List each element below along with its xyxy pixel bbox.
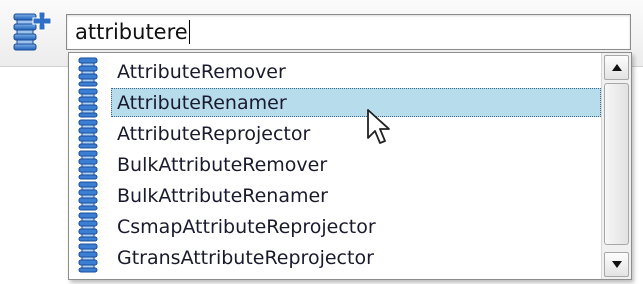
suggestion-label: AttributeRemover: [117, 60, 286, 83]
arrow-up-icon: [612, 64, 622, 71]
suggestion-dropdown: AttributeRemover AttributeRenamer Attrib…: [68, 52, 632, 280]
transformer-icon: [73, 118, 103, 149]
suggestion-label: AttributeRenamer: [117, 91, 287, 114]
transformer-icon: [73, 56, 103, 87]
suggestion-list: AttributeRemover AttributeRenamer Attrib…: [69, 56, 601, 273]
suggestion-item-bulkattributerenamer[interactable]: BulkAttributeRenamer: [69, 180, 601, 211]
suggestion-item-bulkattributeremover[interactable]: BulkAttributeRemover: [69, 149, 601, 180]
suggestion-item-attributereprojector[interactable]: AttributeReprojector: [69, 118, 601, 149]
transformer-icon: [73, 211, 103, 242]
transformer-icon: [73, 149, 103, 180]
text-caret: [188, 20, 190, 44]
transformer-icon: [73, 87, 103, 118]
search-input-value: attributere: [75, 20, 188, 44]
add-transformer-icon[interactable]: [6, 10, 56, 54]
suggestion-label: BulkAttributeRenamer: [117, 184, 328, 207]
suggestion-item-gtransattributereprojector[interactable]: GtransAttributeReprojector: [69, 242, 601, 273]
suggestion-label: AttributeReprojector: [117, 122, 311, 145]
suggestion-label: GtransAttributeReprojector: [117, 246, 374, 269]
scroll-down-button[interactable]: [604, 252, 629, 277]
mouse-pointer-icon: [366, 108, 392, 148]
suggestion-item-csmapattributereprojector[interactable]: CsmapAttributeReprojector: [69, 211, 601, 242]
suggestion-item-attributerenamer[interactable]: AttributeRenamer: [69, 87, 601, 118]
scrollbar-thumb[interactable]: [604, 83, 629, 245]
suggestion-label: CsmapAttributeReprojector: [117, 215, 376, 238]
transformer-icon: [73, 180, 103, 211]
arrow-down-icon: [612, 261, 622, 268]
scroll-up-button[interactable]: [604, 55, 629, 80]
search-input[interactable]: attributere: [66, 14, 631, 50]
vertical-scrollbar[interactable]: [601, 53, 631, 279]
suggestion-item-attributeremover[interactable]: AttributeRemover: [69, 56, 601, 87]
suggestion-label: BulkAttributeRemover: [117, 153, 328, 176]
transformer-icon: [73, 242, 103, 273]
